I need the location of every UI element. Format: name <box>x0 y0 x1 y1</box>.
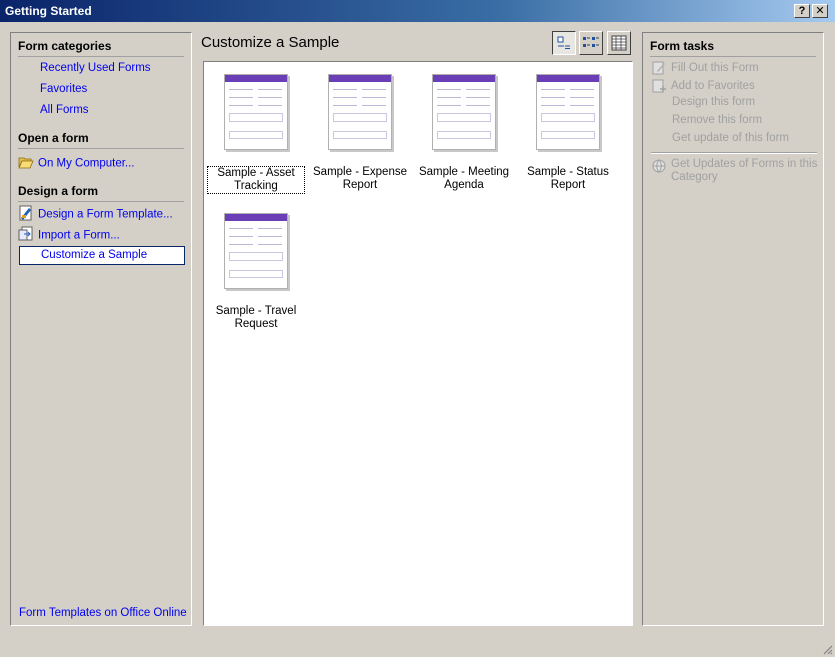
sample-label: Sample - Travel Request <box>215 305 297 330</box>
design-template-icon <box>18 205 34 224</box>
sample-expense-report[interactable]: Sample - Expense Report <box>310 74 410 192</box>
fill-out-form-task[interactable]: Fill Out this Form <box>651 60 759 76</box>
remove-this-form-task[interactable]: Remove this form <box>672 114 762 126</box>
folder-open-icon <box>18 155 34 172</box>
on-my-computer-link[interactable]: On My Computer... <box>18 155 135 172</box>
design-form-template-label: Design a Form Template... <box>38 208 173 221</box>
page-title: Customize a Sample <box>201 34 340 51</box>
large-icons-view-button[interactable] <box>552 31 576 55</box>
details-view-button[interactable] <box>607 31 631 55</box>
open-form-heading: Open a form <box>18 131 184 149</box>
sample-label: Sample - Asset Tracking <box>207 166 305 194</box>
form-thumbnail <box>536 74 600 150</box>
window-title: Getting Started <box>5 4 92 18</box>
sample-asset-tracking[interactable]: Sample - Asset Tracking <box>206 74 306 194</box>
office-online-link[interactable]: Form Templates on Office Online <box>19 607 187 619</box>
all-forms-link[interactable]: All Forms <box>40 104 89 116</box>
on-my-computer-label: On My Computer... <box>38 157 135 170</box>
title-bar[interactable]: Getting Started ? ✕ <box>0 0 835 22</box>
sample-label: Sample - Status Report <box>527 166 609 191</box>
customize-sample-item[interactable]: Customize a Sample <box>19 246 185 265</box>
sample-status-report[interactable]: Sample - Status Report <box>518 74 618 192</box>
import-form-icon <box>18 226 34 245</box>
favorites-link[interactable]: Favorites <box>40 83 87 95</box>
sample-travel-request[interactable]: Sample - Travel Request <box>206 213 306 331</box>
tiles-icon <box>583 37 599 47</box>
design-this-form-task[interactable]: Design this form <box>672 96 755 108</box>
tiles-view-button[interactable] <box>579 31 603 55</box>
close-button[interactable]: ✕ <box>812 4 828 18</box>
design-form-template-link[interactable]: Design a Form Template... <box>18 205 173 224</box>
sample-meeting-agenda[interactable]: Sample - Meeting Agenda <box>414 74 514 192</box>
get-updates-category-task[interactable]: Get Updates of Forms in this Category <box>651 158 817 184</box>
form-thumbnail <box>224 74 288 150</box>
help-button[interactable]: ? <box>794 4 810 18</box>
sample-label: Sample - Expense Report <box>313 166 407 191</box>
form-tasks-heading: Form tasks <box>650 39 816 57</box>
left-panel: Form categories Recently Used Forms Favo… <box>10 32 192 626</box>
right-panel: Form tasks Fill Out this Form Add to Fav… <box>642 32 824 626</box>
add-favorites-icon <box>651 78 667 94</box>
add-to-favorites-task[interactable]: Add to Favorites <box>651 78 755 94</box>
form-thumbnail <box>224 213 288 289</box>
get-update-task[interactable]: Get update of this form <box>672 132 789 144</box>
update-globe-icon <box>651 158 667 174</box>
task-divider <box>651 152 817 154</box>
form-thumbnail <box>328 74 392 150</box>
design-form-heading: Design a form <box>18 184 184 202</box>
import-form-link[interactable]: Import a Form... <box>18 226 120 245</box>
details-icon <box>611 35 627 51</box>
fill-out-icon <box>651 60 667 76</box>
recently-used-forms-link[interactable]: Recently Used Forms <box>40 62 151 74</box>
large-icons-icon <box>557 36 570 49</box>
form-thumbnail <box>432 74 496 150</box>
import-form-label: Import a Form... <box>38 229 120 242</box>
form-categories-heading: Form categories <box>18 39 184 57</box>
sample-label: Sample - Meeting Agenda <box>418 166 510 191</box>
samples-list[interactable]: Sample - Asset Tracking Sample - Expense R… <box>203 61 633 626</box>
resize-grip-icon[interactable] <box>821 643 833 655</box>
